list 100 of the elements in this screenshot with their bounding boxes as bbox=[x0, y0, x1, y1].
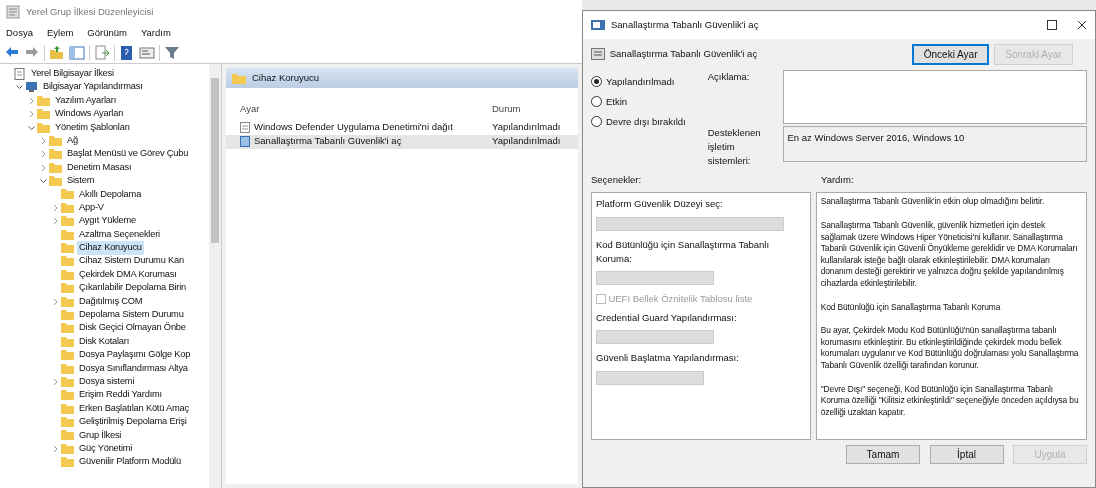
folder-icon bbox=[61, 308, 74, 321]
help-paragraph: Sanallaştırma Tabanlı Güvenlik, güvenlik hizmetleri için destek sağlamak üzere Windows Hiper Yöneticisi'ni kullanır. Sanallaştırma Tabanlı Güvenlik için Güvenli Önyükleme gereklidir ve DMA Korumaları kullanılarak isteğe bağlı olarak etkinleştirilebilir. DMA korumaları donanım desteği gerektirir ve yalnızca doğru şekilde yapılandırılmış cihazlarda etkinleştirilebilir. bbox=[820, 219, 1079, 290]
folder-icon bbox=[49, 175, 62, 188]
tree-item[interactable]: Ağ bbox=[65, 133, 80, 148]
folder-icon bbox=[49, 134, 62, 147]
tree-item[interactable]: Yönetim Şablonları bbox=[53, 120, 132, 135]
tree-item[interactable]: Akıllı Depolama bbox=[77, 187, 144, 202]
tree-item[interactable]: Denetim Masası bbox=[65, 160, 134, 175]
radio-label[interactable]: Yapılandırılmadı bbox=[606, 74, 675, 89]
dialog-button[interactable]: İptal bbox=[929, 445, 1004, 465]
column-header[interactable]: Durum bbox=[492, 102, 574, 117]
tree-item[interactable]: Yerel Bilgisayar İlkesi bbox=[29, 67, 116, 81]
app-icon bbox=[6, 5, 20, 19]
policy-row[interactable]: Sanallaştırma Tabanlı Güvenlik'i aç Yapılandırılmadı bbox=[226, 134, 578, 149]
tree-item[interactable]: Cihaz Sistem Durumu Kan bbox=[77, 254, 186, 269]
dialog-button[interactable]: Tamam bbox=[846, 445, 920, 465]
policy-icon bbox=[591, 19, 605, 31]
dropdown[interactable] bbox=[596, 330, 714, 345]
help-paragraph: "Devre Dışı" seçeneği, Kod Bütünlüğü için Sanallaştırma Tabanlı Koruma özelliği "Kilitsiz etkinleştirildi" seçeneğiyle önceden açıldıysa bu özelliği uzaktan kapatır. bbox=[820, 383, 1080, 419]
supported-text: En az Windows Server 2016, Windows 10 bbox=[787, 131, 965, 143]
tree-item[interactable]: Bilgisayar Yapılandırması bbox=[41, 80, 145, 95]
folder-icon bbox=[37, 108, 50, 121]
help-paragraph: Kod Bütünlüğü için Sanallaştırma Tabanlı Koruma bbox=[820, 301, 1002, 314]
tree-item[interactable]: Dağıtılmış COM bbox=[77, 294, 145, 309]
tree-item[interactable]: Sistem bbox=[65, 174, 97, 189]
tree-item[interactable]: Cihaz Koruyucu bbox=[77, 241, 144, 255]
folder-icon bbox=[37, 121, 50, 134]
table-cell: Sanallaştırma Tabanlı Güvenlik'i aç bbox=[254, 134, 402, 149]
tree-item[interactable]: Çekirdek DMA Koruması bbox=[77, 267, 179, 282]
folder-icon bbox=[61, 215, 74, 228]
panel-heading: Cihaz Koruyucu bbox=[252, 71, 320, 86]
folder-icon bbox=[61, 335, 74, 348]
tree-item[interactable]: Aygıt Yükleme bbox=[77, 214, 138, 229]
folder-icon bbox=[61, 429, 74, 442]
tree-item[interactable]: Azaltma Seçenekleri bbox=[77, 227, 162, 242]
dropdown[interactable] bbox=[596, 271, 714, 286]
folder-icon bbox=[61, 362, 74, 375]
menu-item[interactable]: Eylem bbox=[46, 26, 74, 41]
tree-item[interactable]: Dosya Sınıflandırması Altya bbox=[77, 361, 190, 376]
properties-icon[interactable] bbox=[139, 44, 155, 61]
policy-row[interactable]: Windows Defender Uygulama Denetimi'ni dağıt Yapılandırılmadı bbox=[226, 120, 578, 135]
folder-up-icon[interactable] bbox=[49, 44, 65, 61]
menu-item[interactable]: Görünüm bbox=[87, 26, 127, 41]
option-label: Credential Guard Yapılandırması: bbox=[596, 311, 738, 326]
tree-item[interactable]: Windows Ayarları bbox=[53, 107, 126, 122]
tree-item[interactable]: Disk Kotaları bbox=[77, 334, 132, 349]
dialog-button[interactable]: Önceki Ayar bbox=[911, 43, 990, 65]
folder-icon bbox=[61, 456, 74, 469]
dropdown[interactable] bbox=[596, 370, 704, 385]
folder-icon bbox=[61, 442, 74, 455]
radio-button[interactable] bbox=[591, 116, 602, 128]
panel-icon[interactable] bbox=[69, 44, 85, 61]
help-icon[interactable] bbox=[119, 44, 135, 61]
option-label: Güvenli Başlatma Yapılandırması: bbox=[596, 351, 740, 366]
folder-icon bbox=[61, 242, 74, 254]
tree-item[interactable]: App-V bbox=[77, 200, 106, 215]
folder-icon bbox=[61, 375, 74, 388]
tree-item[interactable]: Çıkarılabilir Depolama Birin bbox=[77, 281, 189, 296]
option-label: Platform Güvenlik Düzeyi seç: bbox=[596, 197, 724, 212]
folder-icon bbox=[61, 228, 74, 241]
tree-item[interactable]: Erken Başlatılan Kötü Amaç bbox=[77, 401, 192, 416]
menu-item[interactable]: Dosya bbox=[6, 26, 33, 41]
tree-item[interactable]: Geliştirilmiş Depolama Erişi bbox=[77, 415, 189, 430]
help-paragraph: Sanallaştırma Tabanlı Güvenlik'in etkin olup olmadığını belirtir. bbox=[820, 196, 1046, 208]
menu-item[interactable]: Yardım bbox=[140, 26, 171, 41]
window-title: Yerel Grup İlkesi Düzenleyicisi bbox=[26, 4, 154, 19]
export-icon[interactable] bbox=[94, 44, 110, 61]
dropdown[interactable] bbox=[596, 216, 784, 231]
tree-item[interactable]: Güç Yönetimi bbox=[77, 441, 135, 456]
folder-icon bbox=[61, 322, 74, 335]
radio-label[interactable]: Etkin bbox=[606, 94, 628, 109]
folder-icon bbox=[61, 188, 74, 201]
folder-icon bbox=[232, 72, 246, 84]
folder-icon bbox=[61, 416, 74, 429]
tree-item[interactable]: Yazılım Ayarları bbox=[53, 93, 119, 108]
column-header[interactable]: Ayar bbox=[240, 102, 492, 117]
tree-item[interactable]: Dosya Paylaşımı Gölge Kop bbox=[77, 348, 193, 363]
document-icon bbox=[13, 67, 26, 80]
folder-icon bbox=[61, 349, 74, 362]
radio-button[interactable] bbox=[591, 76, 602, 88]
checkbox[interactable] bbox=[596, 294, 606, 305]
tree-item[interactable]: Başlat Menüsü ve Görev Çubu bbox=[65, 147, 191, 162]
tree-item[interactable]: Disk Geçici Olmayan Önbe bbox=[77, 321, 188, 336]
radio-label[interactable]: Devre dışı bırakıldı bbox=[606, 114, 686, 129]
filter-icon[interactable] bbox=[164, 44, 180, 61]
maximize-icon[interactable] bbox=[1046, 20, 1057, 30]
folder-icon bbox=[61, 295, 74, 308]
close-icon[interactable] bbox=[1077, 20, 1087, 30]
policy-icon bbox=[240, 122, 250, 133]
radio-button[interactable] bbox=[591, 96, 602, 108]
tree-item[interactable]: Dosya sistemi bbox=[77, 374, 137, 389]
tree-item[interactable]: Depolama Sistem Durumu bbox=[77, 308, 186, 322]
folder-icon bbox=[61, 201, 74, 214]
scrollbar[interactable] bbox=[209, 64, 221, 488]
table-cell-text: Yapılandırılmadı bbox=[492, 134, 562, 149]
tree-item[interactable]: Erişim Reddi Yardımı bbox=[77, 388, 164, 403]
tree-item[interactable]: Grup İlkesi bbox=[77, 428, 124, 443]
computer-icon bbox=[25, 81, 38, 94]
comment-field[interactable] bbox=[782, 69, 1087, 124]
tree-item[interactable]: Güvenilir Platform Modülü bbox=[77, 455, 183, 470]
